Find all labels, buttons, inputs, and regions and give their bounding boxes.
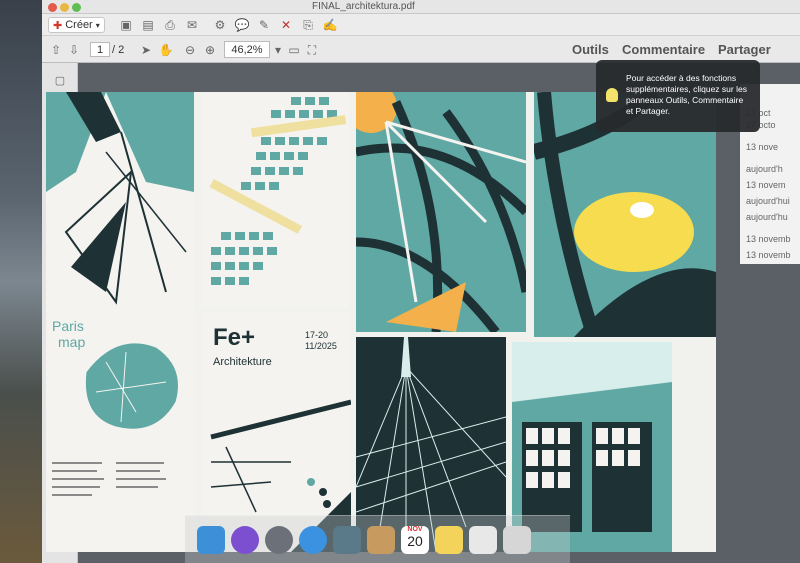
document-title: FINAL_architektura.pdf [312,1,415,12]
date-item: 13 novem [746,180,786,190]
print-icon[interactable]: ⎙ [162,17,178,33]
screen-photo: FINAL_architektura.pdf ✚ Créer ▾ ▣ ▤ ⎙ ✉… [0,0,800,563]
notes-icon[interactable] [435,526,463,554]
date-item: 13 novemb [746,250,791,260]
feature-tooltip: Pour accéder à des fonctions supplémenta… [596,60,760,132]
gear-icon[interactable]: ⚙ [212,17,228,33]
siri-icon[interactable] [231,526,259,554]
comment-icon[interactable]: 💬 [234,17,250,33]
city-grid-panel [201,92,349,307]
reminders-icon[interactable] [469,526,497,554]
sun-wheel-panel [356,92,526,332]
hand-icon[interactable]: ✋ [158,42,174,58]
calendar-icon[interactable]: NOV 20 [401,526,429,554]
main-toolbar: ✚ Créer ▾ ▣ ▤ ⎙ ✉ ⚙ 💬 ✎ ✕ ⎘ ✍ [42,14,800,36]
fit-page-icon[interactable]: ▭ [286,42,302,58]
navigation-bar: ⇧ ⇩ 1 / 2 ➤ ✋ ⊖ ⊕ 46,2% ▾ ▭ ⛶ Outils Com… [42,36,800,63]
contacts-icon[interactable] [367,526,395,554]
date-item: aujourd'hui [746,196,790,206]
chevron-down-icon: ▾ [95,20,100,30]
geometric-panel [46,92,194,312]
zoom-level-select[interactable]: 46,2% [224,41,270,58]
create-button[interactable]: ✚ Créer ▾ [48,17,105,33]
chevron-down-icon[interactable]: ▾ [270,42,286,58]
sign-icon[interactable]: ✍ [322,17,338,33]
finder-icon[interactable] [197,526,225,554]
title-bar: FINAL_architektura.pdf [42,0,800,14]
date-item: aujourd'h [746,164,783,174]
pages-icon[interactable]: ▢ [53,73,67,87]
launchpad-icon[interactable] [265,526,293,554]
arrow-up-icon[interactable]: ⇧ [48,42,64,58]
delete-icon[interactable]: ✕ [278,17,294,33]
arrow-down-icon[interactable]: ⇩ [66,42,82,58]
date-item: 13 nove [746,142,779,152]
disk-icon[interactable]: ▤ [140,17,156,33]
tooltip-text: Pour accéder à des fonctions supplémenta… [626,73,747,116]
paris-map-panel: Paris map [46,312,196,552]
create-icon: ✚ [53,19,63,32]
date-item: aujourd'hu [746,212,788,222]
dock: NOV 20 [185,515,570,563]
safari-icon[interactable] [299,526,327,554]
attach-icon[interactable]: ⎘ [300,17,316,33]
mail-icon[interactable] [333,526,361,554]
lightbulb-icon [606,88,618,102]
page-total: / 2 [112,43,125,56]
save-icon[interactable]: ▣ [118,17,134,33]
highlight-icon[interactable]: ✎ [256,17,272,33]
minimize-window-button[interactable] [60,3,69,12]
tab-comment[interactable]: Commentaire [622,42,705,57]
close-window-button[interactable] [48,3,57,12]
fullscreen-icon[interactable]: ⛶ [304,42,320,58]
tab-share[interactable]: Partager [718,42,771,57]
pdf-page[interactable]: Paris map Fe+ Architekture 17-20 11/2025 [46,92,716,552]
zoom-window-button[interactable] [72,3,81,12]
zoom-out-icon[interactable]: ⊖ [182,42,198,58]
zoom-in-icon[interactable]: ⊕ [202,42,218,58]
select-cursor-icon[interactable]: ➤ [138,42,154,58]
page-number-input[interactable]: 1 [90,42,110,57]
date-item: 13 novemb [746,234,791,244]
tab-tools[interactable]: Outils [572,42,609,57]
email-icon[interactable]: ✉ [184,17,200,33]
app-icon[interactable] [503,526,531,554]
